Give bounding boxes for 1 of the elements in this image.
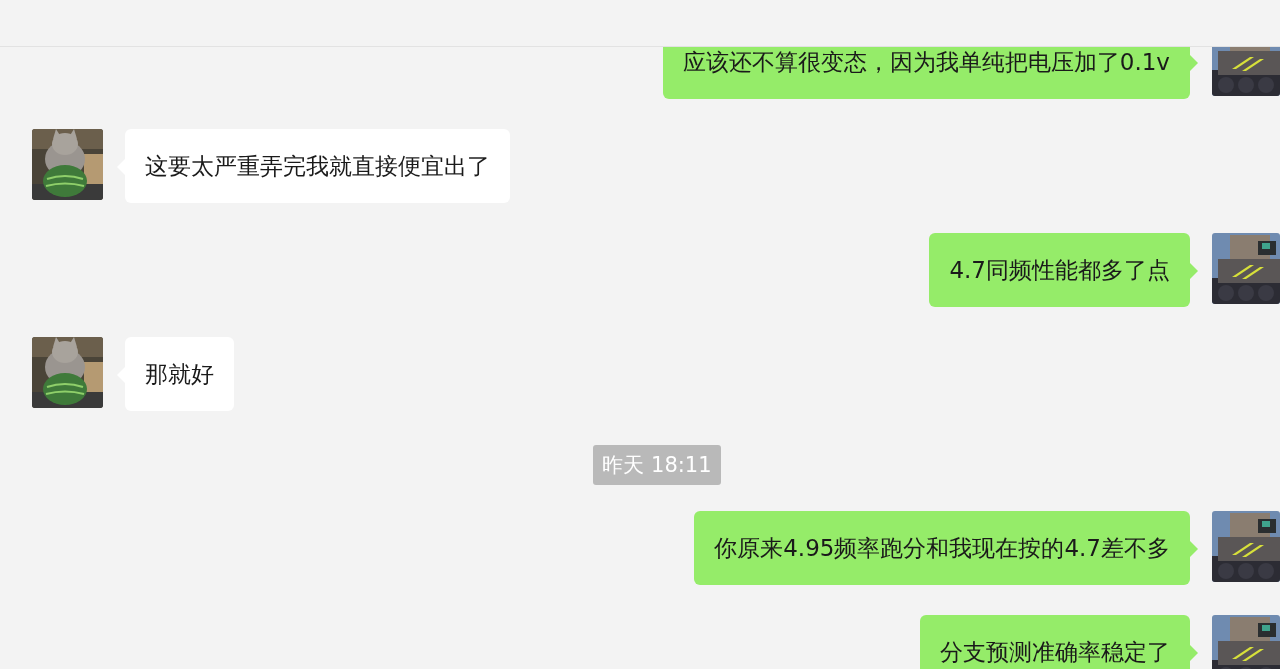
timestamp: 昨天 18:11 xyxy=(593,445,721,485)
